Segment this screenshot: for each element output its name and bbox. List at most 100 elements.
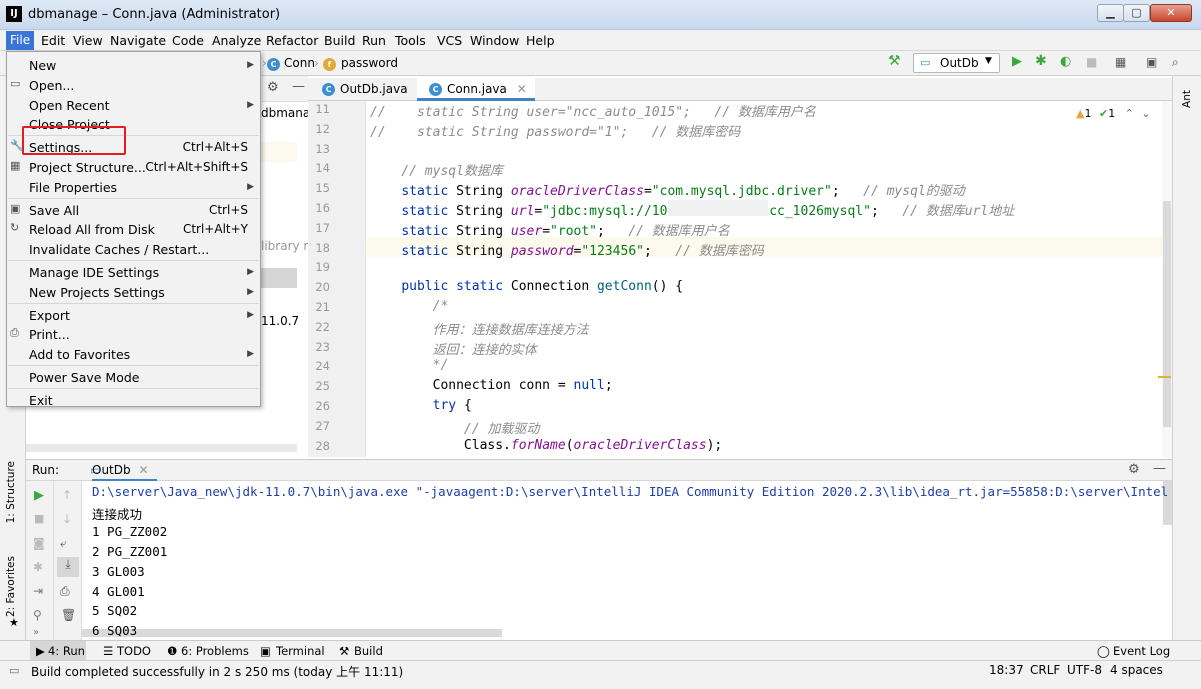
code-line[interactable]: 作用：连接数据库连接方法 <box>370 319 589 338</box>
code-line[interactable]: 返回：连接的实体 <box>370 339 537 358</box>
menu-analyze[interactable]: Analyze <box>212 33 261 48</box>
tab-conn[interactable]: C Conn.java ✕ <box>417 78 535 101</box>
event-log-tool-tab[interactable]: Event Log <box>1113 644 1170 658</box>
indent-setting[interactable]: 4 spaces <box>1110 663 1163 677</box>
minimize-panel-icon[interactable]: — <box>1153 461 1166 476</box>
ant-tool-tab[interactable]: Ant <box>1181 90 1193 108</box>
menu-item-exit[interactable]: Exit <box>7 390 260 410</box>
editor-scrollbar[interactable] <box>1162 101 1172 457</box>
pin-icon[interactable]: ⚲ <box>33 608 42 622</box>
menu-code[interactable]: Code <box>172 33 204 48</box>
menu-help[interactable]: Help <box>526 33 555 48</box>
breadcrumb-class[interactable]: Conn <box>284 56 315 70</box>
menu-item-open[interactable]: ▭ Open... <box>7 75 260 95</box>
code-line[interactable]: static String password="123456"; // 数据库密… <box>370 240 763 259</box>
coverage-icon[interactable]: ◐ <box>1060 54 1071 69</box>
chevron-up-icon[interactable]: ⌃ <box>1125 107 1134 120</box>
terminal-tool-tab[interactable]: Terminal <box>276 644 325 658</box>
caret-position[interactable]: 18:37 <box>989 663 1024 677</box>
code-line[interactable]: /* <box>370 299 449 314</box>
horizontal-scrollbar[interactable] <box>26 444 297 452</box>
menu-item-new[interactable]: New ▶ <box>7 55 260 75</box>
menu-vcs[interactable]: VCS <box>437 33 462 48</box>
close-tab-icon[interactable]: ✕ <box>517 82 527 96</box>
maximize-button[interactable]: ▢ <box>1123 4 1150 22</box>
minimize-button[interactable]: ▁ <box>1097 4 1124 22</box>
line-separator[interactable]: CRLF <box>1030 663 1060 677</box>
search-icon[interactable]: ⌕ <box>1172 55 1179 70</box>
status-message[interactable]: Build completed successfully in 2 s 250 … <box>31 663 403 680</box>
stop-icon[interactable]: ■ <box>34 512 44 525</box>
menu-file[interactable]: File <box>6 31 34 50</box>
menu-run[interactable]: Run <box>362 33 386 48</box>
chevron-down-icon[interactable]: ⌄ <box>1141 107 1150 120</box>
build-hammer-icon[interactable]: ⚒ <box>888 53 901 69</box>
run-icon[interactable]: ▶ <box>1012 54 1022 69</box>
scroll-to-end-icon[interactable]: ⤓ <box>57 557 79 577</box>
menu-item-file-properties[interactable]: File Properties ▶ <box>7 177 260 197</box>
code-line[interactable]: public static Connection getConn() { <box>370 279 683 294</box>
trash-icon[interactable]: 🗑 <box>61 608 76 622</box>
code-line[interactable]: static String user="root"; // 数据库用户名 <box>370 220 730 239</box>
print-icon[interactable]: ⎙ <box>60 584 70 599</box>
menu-item-power-save-mode[interactable]: Power Save Mode <box>7 367 260 387</box>
arrow-down-icon[interactable]: ↓ <box>62 512 72 526</box>
gear-icon[interactable]: ⚙ <box>1128 462 1140 477</box>
code-line[interactable]: // static String user="ncc_auto_1015"; /… <box>370 101 816 120</box>
menu-item-invalidate-caches-restart[interactable]: Invalidate Caches / Restart... <box>7 239 260 259</box>
todo-tool-tab[interactable]: TODO <box>117 644 151 658</box>
menu-build[interactable]: Build <box>324 33 355 48</box>
inspection-widget[interactable]: ▲1 ✔1 ⌃ ⌄ <box>1076 107 1151 120</box>
project-tree-item[interactable]: 11.0.7 <box>261 314 299 328</box>
menu-navigate[interactable]: Navigate <box>110 33 166 48</box>
menu-item-add-to-favorites[interactable]: Add to Favorites ▶ <box>7 344 260 364</box>
console-hscrollbar[interactable] <box>82 629 502 637</box>
run-tool-tab[interactable]: 4: Run <box>48 644 85 658</box>
code-line[interactable]: // mysql数据库 <box>370 160 503 179</box>
more-icon[interactable]: » <box>33 627 39 638</box>
run-tab-outdb[interactable]: OutDb ✕ <box>92 463 157 482</box>
menu-item-print[interactable]: ⎙ Print... <box>7 324 260 344</box>
code-line[interactable]: // 加载驱动 <box>370 418 540 437</box>
menu-item-export[interactable]: Export ▶ <box>7 305 260 325</box>
run-configuration-select[interactable]: ▭ OutDb ▼ <box>913 53 1000 73</box>
debug-icon[interactable]: ✱ <box>1035 53 1047 69</box>
minimize-panel-icon[interactable]: — <box>292 79 305 94</box>
menu-view[interactable]: View <box>73 33 103 48</box>
build-tool-tab[interactable]: Build <box>354 644 383 658</box>
arrow-up-icon[interactable]: ↑ <box>62 488 72 502</box>
code-line[interactable]: try { <box>370 398 472 413</box>
terminal-icon[interactable]: ▣ <box>1146 55 1157 69</box>
problems-tool-tab[interactable]: 6: Problems <box>181 644 249 658</box>
menu-item-project-structure[interactable]: ▦ Project Structure... Ctrl+Alt+Shift+S <box>7 157 260 177</box>
menu-tools[interactable]: Tools <box>395 33 426 48</box>
debug-icon[interactable]: ✱ <box>33 560 43 574</box>
menu-item-reload-all-from-disk[interactable]: ↻ Reload All from Disk Ctrl+Alt+Y <box>7 219 260 239</box>
warning-stripe[interactable] <box>1158 376 1171 378</box>
close-window-button[interactable]: ✕ <box>1150 4 1192 22</box>
code-line[interactable]: Class.forName(oracleDriverClass); <box>370 438 722 453</box>
rerun-icon[interactable]: ▶ <box>34 488 44 503</box>
project-structure-icon[interactable]: ▦ <box>1115 55 1126 69</box>
code-line[interactable]: static String oracleDriverClass="com.mys… <box>370 180 964 199</box>
code-line[interactable]: Connection conn = null; <box>370 378 613 393</box>
menu-item-open-recent[interactable]: Open Recent ▶ <box>7 95 260 115</box>
soft-wrap-icon[interactable]: ⤶ <box>60 536 67 551</box>
exit-icon[interactable]: ⇥ <box>33 584 43 598</box>
camera-icon[interactable]: ◙ <box>33 536 45 550</box>
breadcrumb-field[interactable]: password <box>341 56 398 70</box>
gear-icon[interactable]: ⚙ <box>267 80 279 95</box>
file-encoding[interactable]: UTF-8 <box>1067 663 1102 677</box>
code-line[interactable]: // static String password="1"; // 数据库密码 <box>370 121 740 140</box>
close-tab-icon[interactable]: ✕ <box>138 463 148 477</box>
menu-item-manage-ide-settings[interactable]: Manage IDE Settings ▶ <box>7 262 260 282</box>
code-line[interactable]: */ <box>370 358 449 373</box>
menu-item-new-projects-settings[interactable]: New Projects Settings ▶ <box>7 282 260 302</box>
structure-tool-tab[interactable]: 1: Structure <box>5 461 17 523</box>
console-output[interactable] <box>82 481 1172 640</box>
stop-icon[interactable]: ■ <box>1086 55 1097 69</box>
menu-refactor[interactable]: Refactor <box>266 33 318 48</box>
menu-window[interactable]: Window <box>470 33 519 48</box>
menu-item-save-all[interactable]: ▣ Save All Ctrl+S <box>7 200 260 220</box>
menu-edit[interactable]: Edit <box>41 33 65 48</box>
